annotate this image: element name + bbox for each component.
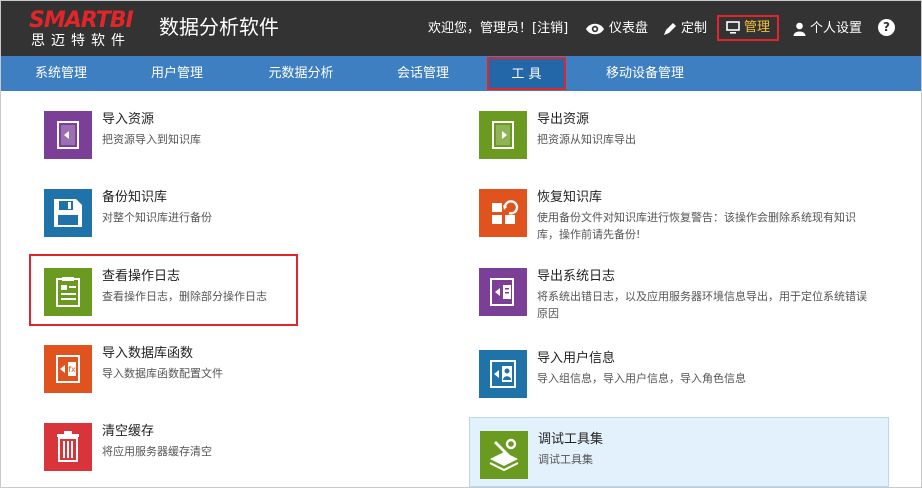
menu-user-management[interactable]: 用户管理 xyxy=(131,56,223,91)
tool-import-user-info[interactable]: 导入用户信息 导入组信息，导入用户信息，导入角色信息 xyxy=(479,350,897,415)
tool-description: 调试工具集 xyxy=(538,453,593,466)
tool-title: 导入数据库函数 xyxy=(102,346,194,361)
tool-description: 把资源导入到知识库 xyxy=(102,133,201,146)
manage-link[interactable]: 管理 xyxy=(717,15,779,41)
tool-description: 把资源从知识库导出 xyxy=(537,133,636,146)
logo-wordmark: SMARTBI xyxy=(29,8,134,33)
tool-title: 调试工具集 xyxy=(538,432,604,447)
tool-debug-toolkit[interactable]: 调试工具集 调试工具集 xyxy=(469,417,889,487)
tool-title: 恢复知识库 xyxy=(537,190,603,205)
menu-tools[interactable]: 工 具 xyxy=(487,57,566,90)
welcome-bracket: ] xyxy=(563,21,569,36)
import-user-icon xyxy=(479,350,527,398)
welcome-label: 欢迎您，管理员！[ xyxy=(428,21,538,36)
tool-title: 导出系统日志 xyxy=(537,269,616,284)
top-header: SMARTBI 思迈特软件 数据分析软件 欢迎您，管理员！[注销] 仪表盘 定制… xyxy=(1,1,921,56)
pencil-icon xyxy=(664,22,676,35)
tool-title: 导出资源 xyxy=(537,112,590,127)
manage-label: 管理 xyxy=(744,20,771,35)
menu-metadata-analysis[interactable]: 元数据分析 xyxy=(253,56,349,91)
tool-description: 查看操作日志，删除部分操作日志 xyxy=(102,290,267,303)
brand-logo: SMARTBI 思迈特软件 xyxy=(29,8,149,50)
personal-label: 个人设置 xyxy=(810,21,863,36)
tool-export-system-log[interactable]: 导出系统日志 将系统出错日志，以及应用服务器环境信息导出，用于定位系统错误原因 xyxy=(479,268,897,333)
tool-title: 备份知识库 xyxy=(102,190,168,205)
tool-title: 清空缓存 xyxy=(102,424,155,439)
tool-description: 对整个知识库进行备份 xyxy=(102,211,212,224)
personal-settings-link[interactable]: 个人设置 xyxy=(793,18,862,40)
tool-view-operation-log[interactable]: 查看操作日志 查看操作日志，删除部分操作日志 xyxy=(29,254,298,326)
logout-link[interactable]: 注销 xyxy=(537,21,563,36)
menu-session-management[interactable]: 会话管理 xyxy=(377,56,469,91)
menu-mobile-device-management[interactable]: 移动设备管理 xyxy=(589,56,701,91)
tool-description: 将应用服务器缓存清空 xyxy=(102,445,212,458)
export-resource-icon xyxy=(479,111,527,159)
dashboard-label: 仪表盘 xyxy=(609,21,649,36)
welcome-text: 欢迎您，管理员！[注销] xyxy=(428,18,568,40)
main-menu: 系统管理 用户管理 元数据分析 会话管理 工 具 移动设备管理 xyxy=(1,56,921,91)
tool-clear-cache[interactable]: 清空缓存 将应用服务器缓存清空 xyxy=(44,423,462,487)
operation-log-icon xyxy=(44,268,92,316)
backup-icon xyxy=(44,189,92,237)
tool-title: 导入用户信息 xyxy=(537,351,616,366)
restore-icon xyxy=(479,189,527,237)
tool-export-resource[interactable]: 导出资源 把资源从知识库导出 xyxy=(479,111,897,176)
tool-description: 导入数据库函数配置文件 xyxy=(102,367,223,380)
tool-description: 导入组信息，导入用户信息，导入角色信息 xyxy=(537,372,746,385)
monitor-icon xyxy=(726,21,740,34)
tool-title: 导入资源 xyxy=(102,112,155,127)
debug-tools-icon xyxy=(480,431,528,479)
tool-description: 将系统出错日志，以及应用服务器环境信息导出，用于定位系统错误原因 xyxy=(537,290,867,320)
customize-link[interactable]: 定制 xyxy=(663,18,707,40)
tool-import-resource[interactable]: 导入资源 把资源导入到知识库 xyxy=(44,111,462,176)
dashboard-link[interactable]: 仪表盘 xyxy=(585,18,648,40)
tool-backup-repository[interactable]: 备份知识库 对整个知识库进行备份 xyxy=(44,189,462,254)
svg-text:fx: fx xyxy=(68,365,76,374)
app-title: 数据分析软件 xyxy=(159,15,279,39)
menu-system-management[interactable]: 系统管理 xyxy=(15,56,107,91)
user-icon xyxy=(793,22,806,36)
import-db-function-icon: fx xyxy=(44,345,92,393)
tool-description: 使用备份文件对知识库进行恢复警告：该操作会删除系统现有知识库，操作前请先备份! xyxy=(537,211,856,241)
tool-restore-repository[interactable]: 恢复知识库 使用备份文件对知识库进行恢复警告：该操作会删除系统现有知识库，操作前… xyxy=(479,189,897,254)
help-icon[interactable]: ? xyxy=(878,19,895,36)
eye-icon xyxy=(586,23,604,34)
import-resource-icon xyxy=(44,111,92,159)
app-window: SMARTBI 思迈特软件 数据分析软件 欢迎您，管理员！[注销] 仪表盘 定制… xyxy=(0,0,922,488)
trash-icon xyxy=(44,423,92,471)
export-log-icon xyxy=(479,268,527,316)
tool-title: 查看操作日志 xyxy=(102,269,181,284)
tool-import-database-function[interactable]: fx 导入数据库函数 导入数据库函数配置文件 xyxy=(44,345,462,410)
logo-subtitle: 思迈特软件 xyxy=(31,33,131,49)
customize-label: 定制 xyxy=(681,21,708,36)
